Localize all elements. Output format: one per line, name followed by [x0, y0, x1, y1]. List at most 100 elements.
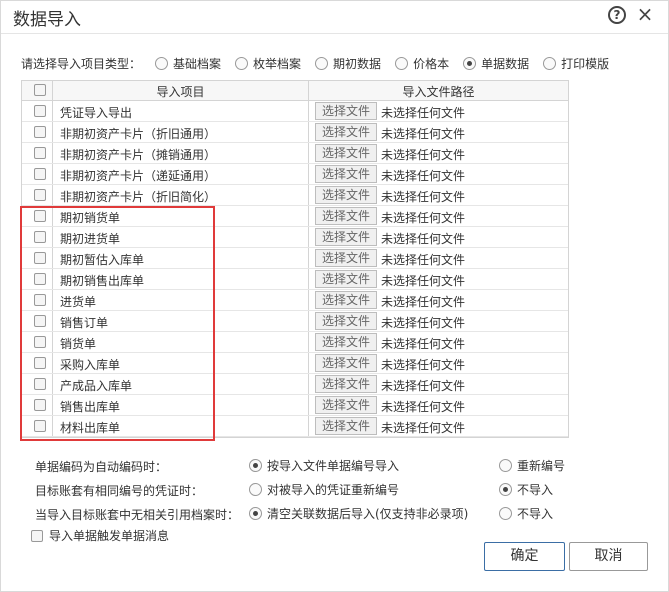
choose-file-button[interactable]: 选择文件: [315, 417, 377, 435]
header-file-path: 导入文件路径: [402, 85, 475, 99]
row-item-name: 非期初资产卡片（递延通用）: [60, 169, 217, 183]
choose-file-button[interactable]: 选择文件: [315, 102, 377, 120]
radio-label: 按导入文件单据编号导入: [267, 458, 400, 473]
file-status: 未选择任何文件: [381, 148, 466, 162]
table-row: 非期初资产卡片（折旧通用） 选择文件 未选择任何文件: [22, 122, 568, 143]
ok-button[interactable]: 确定: [484, 542, 565, 571]
select-all-checkbox[interactable]: [34, 84, 46, 96]
file-status: 未选择任何文件: [381, 274, 466, 288]
choose-file-button[interactable]: 选择文件: [315, 228, 377, 246]
row-item-name: 非期初资产卡片（折旧简化）: [60, 190, 217, 204]
row-checkbox[interactable]: [34, 189, 46, 201]
file-status: 未选择任何文件: [381, 295, 466, 309]
choose-file-button[interactable]: 选择文件: [315, 165, 377, 183]
choose-file-button[interactable]: 选择文件: [315, 291, 377, 309]
choose-file-button[interactable]: 选择文件: [315, 333, 377, 351]
row-checkbox[interactable]: [34, 168, 46, 180]
radio-label: 打印模版: [561, 56, 610, 71]
radio-icon[interactable]: [249, 458, 262, 472]
file-status: 未选择任何文件: [381, 232, 466, 246]
file-status: 未选择任何文件: [381, 337, 466, 351]
close-icon[interactable]: ×: [635, 4, 655, 24]
option-label: 单据编码为自动编码时：: [35, 460, 168, 474]
radio-label: 重新编号: [517, 458, 566, 473]
radio-icon[interactable]: [499, 482, 512, 496]
radio-icon[interactable]: [249, 506, 262, 520]
file-status: 未选择任何文件: [381, 358, 466, 372]
radio-label: 枚举档案: [253, 56, 302, 71]
radio-clear-related-data[interactable]: 清空关联数据后导入(仅支持非必录项): [249, 504, 468, 522]
notify-label: 导入单据触发单据消息: [49, 529, 170, 543]
radio-label: 价格本: [413, 56, 450, 71]
file-status: 未选择任何文件: [381, 379, 466, 393]
radio-renumber-imported-voucher[interactable]: 对被导入的凭证重新编号: [249, 480, 399, 498]
row-item-name: 非期初资产卡片（折旧通用）: [60, 127, 217, 141]
choose-file-button[interactable]: 选择文件: [315, 375, 377, 393]
notify-option[interactable]: 导入单据触发单据消息: [31, 527, 169, 544]
radio-opening-data[interactable]: 期初数据: [315, 55, 381, 72]
radio-renumber[interactable]: 重新编号: [499, 456, 565, 474]
file-status: 未选择任何文件: [381, 400, 466, 414]
radio-skip-import[interactable]: 不导入: [499, 480, 553, 498]
highlight-box: [20, 206, 215, 441]
option-label: 目标账套有相同编号的凭证时：: [35, 484, 204, 498]
radio-icon[interactable]: [249, 482, 262, 496]
choose-file-button[interactable]: 选择文件: [315, 186, 377, 204]
radio-enum-archive[interactable]: 枚举档案: [235, 55, 301, 72]
radio-price-book[interactable]: 价格本: [395, 55, 449, 72]
radio-icon[interactable]: [543, 56, 557, 70]
table-header: 导入项目 导入文件路径: [22, 81, 568, 101]
choose-file-button[interactable]: 选择文件: [315, 123, 377, 141]
radio-print-template[interactable]: 打印模版: [543, 55, 609, 72]
radio-skip-import-missing[interactable]: 不导入: [499, 504, 553, 522]
radio-icon[interactable]: [395, 56, 409, 70]
file-status: 未选择任何文件: [381, 106, 466, 120]
radio-icon[interactable]: [155, 56, 169, 70]
file-status: 未选择任何文件: [381, 169, 466, 183]
radio-label: 基础档案: [173, 56, 222, 71]
help-icon[interactable]: ?: [608, 6, 626, 24]
choose-file-button[interactable]: 选择文件: [315, 354, 377, 372]
choose-file-button[interactable]: 选择文件: [315, 270, 377, 288]
radio-label: 期初数据: [333, 56, 382, 71]
import-type-selector: 请选择导入项目类型： 基础档案 枚举档案 期初数据 价格本 单据数据 打印模版: [21, 54, 623, 72]
row-item-name: 非期初资产卡片（摊销通用）: [60, 148, 217, 162]
radio-label: 对被导入的凭证重新编号: [267, 482, 400, 497]
file-status: 未选择任何文件: [381, 190, 466, 204]
radio-icon[interactable]: [315, 56, 329, 70]
radio-basic-archive[interactable]: 基础档案: [155, 55, 221, 72]
file-status: 未选择任何文件: [381, 211, 466, 225]
choose-file-button[interactable]: 选择文件: [315, 207, 377, 225]
data-import-dialog: 数据导入 ? × 请选择导入项目类型： 基础档案 枚举档案 期初数据 价格本 单…: [0, 0, 669, 592]
radio-label: 清空关联数据后导入(仅支持非必录项): [267, 506, 469, 521]
radio-label: 不导入: [517, 506, 554, 521]
row-item-name: 凭证导入导出: [60, 106, 133, 120]
table-row: 凭证导入导出 选择文件 未选择任何文件: [22, 101, 568, 122]
radio-icon[interactable]: [463, 56, 477, 70]
radio-label: 不导入: [517, 482, 554, 497]
cancel-button[interactable]: 取消: [569, 542, 648, 571]
radio-icon[interactable]: [235, 56, 249, 70]
radio-document-data[interactable]: 单据数据: [463, 55, 529, 72]
title-bar: 数据导入 ? ×: [1, 1, 668, 33]
table-row: 非期初资产卡片（递延通用） 选择文件 未选择任何文件: [22, 164, 568, 185]
radio-label: 单据数据: [481, 56, 530, 71]
file-status: 未选择任何文件: [381, 316, 466, 330]
table-row: 非期初资产卡片（摊销通用） 选择文件 未选择任何文件: [22, 143, 568, 164]
row-checkbox[interactable]: [34, 147, 46, 159]
choose-file-button[interactable]: 选择文件: [315, 144, 377, 162]
dialog-title: 数据导入: [13, 10, 81, 30]
row-checkbox[interactable]: [34, 126, 46, 138]
radio-icon[interactable]: [499, 506, 512, 520]
file-status: 未选择任何文件: [381, 421, 466, 435]
row-checkbox[interactable]: [34, 105, 46, 117]
import-type-label: 请选择导入项目类型：: [21, 56, 142, 71]
file-status: 未选择任何文件: [381, 253, 466, 267]
choose-file-button[interactable]: 选择文件: [315, 312, 377, 330]
notify-checkbox[interactable]: [31, 529, 43, 542]
table-row: 非期初资产卡片（折旧简化） 选择文件 未选择任何文件: [22, 185, 568, 206]
radio-icon[interactable]: [499, 458, 512, 472]
radio-import-by-file-code[interactable]: 按导入文件单据编号导入: [249, 456, 399, 474]
choose-file-button[interactable]: 选择文件: [315, 396, 377, 414]
choose-file-button[interactable]: 选择文件: [315, 249, 377, 267]
